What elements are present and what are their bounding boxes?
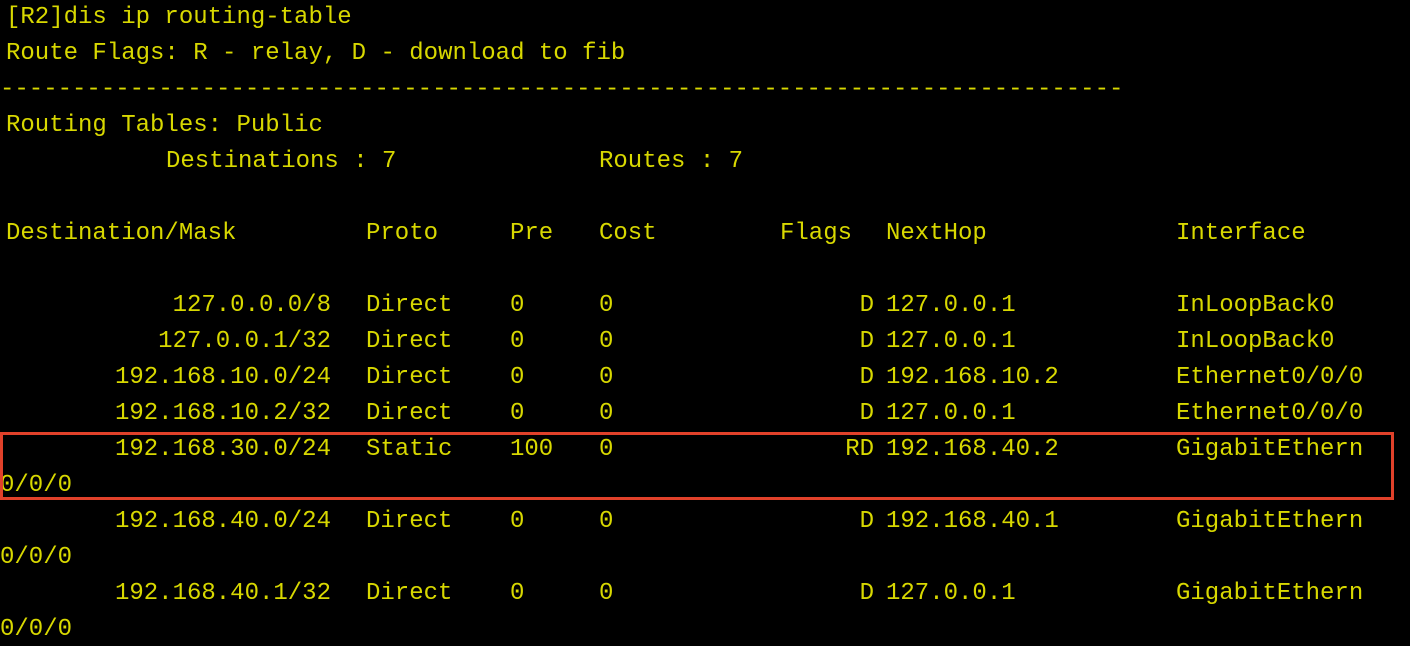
header-flags: Flags [780,220,853,247]
cell-flags: D [859,580,874,607]
interface-wrap-line: 0/0/0 [0,544,73,571]
table-row: 127.0.0.0/8 Direct 0 0 D 127.0.0.1 InLoopBack0 [6,288,1410,324]
table-header: Destination/Mask Proto Pre Cost Flags Ne… [6,216,1406,252]
cell-flags: D [859,328,874,355]
cell-interface: Ethernet0/0/0 [1176,400,1364,427]
header-nexthop: NextHop [886,220,987,247]
cell-flags: D [859,508,874,535]
header-cost: Cost [599,220,657,247]
cell-nexthop: 127.0.0.1 [886,400,1016,427]
summary-line: Destinations : 7 Routes : 7 [6,144,1406,180]
cell-interface: InLoopBack0 [1176,328,1335,355]
cell-interface: InLoopBack0 [1176,292,1335,319]
cell-interface: GigabitEthern [1176,508,1364,535]
destinations-count: Destinations : 7 [166,148,397,175]
table-row: 127.0.0.1/32 Direct 0 0 D 127.0.0.1 InLoopBack… [6,324,1410,360]
header-pre: Pre [510,220,554,247]
cell-flags: D [859,400,874,427]
cell-nexthop: 192.168.10.2 [886,364,1059,391]
routes-count: Routes : 7 [599,148,744,175]
cell-interface: Ethernet0/0/0 [1176,364,1364,391]
separator-line: ----------------------------------------… [0,76,1124,103]
table-row: 192.168.40.0/24 Direct 0 0 D 192.168.40.1 Giga… [6,504,1410,540]
header-proto: Proto [366,220,439,247]
highlight-box [0,432,1394,500]
cell-flags: D [859,364,874,391]
cell-interface: GigabitEthern [1176,580,1364,607]
interface-wrap-line: 0/0/0 [0,616,73,643]
cell-flags: D [859,292,874,319]
table-row: 192.168.10.2/32 Direct 0 0 D 127.0.0.1 Etherne… [6,396,1410,432]
routing-tables-title: Routing Tables: Public [6,112,323,139]
command-line: [R2]dis ip routing-table [6,4,352,31]
header-interface: Interface [1176,220,1306,247]
cell-nexthop: 127.0.0.1 [886,292,1016,319]
table-row: 192.168.40.1/32 Direct 0 0 D 127.0.0.1 Gigabit… [6,576,1410,612]
terminal-window[interactable]: [R2]dis ip routing-table Route Flags: R … [0,0,1410,646]
route-flags-legend: Route Flags: R - relay, D - download to … [6,40,626,67]
header-destination: Destination/Mask [6,220,237,247]
cell-nexthop: 127.0.0.1 [886,328,1016,355]
table-row: 192.168.10.0/24 Direct 0 0 D 192.168.10.2 Ethe… [6,360,1410,396]
cell-nexthop: 192.168.40.1 [886,508,1059,535]
cell-nexthop: 127.0.0.1 [886,580,1016,607]
